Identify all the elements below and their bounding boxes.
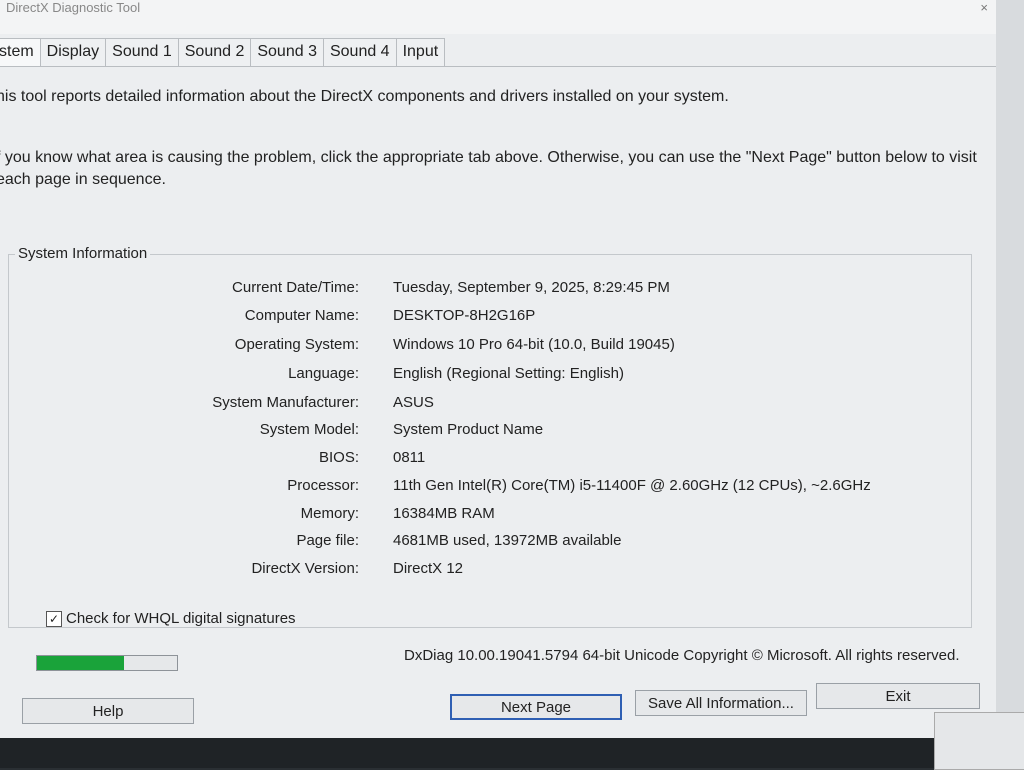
info-label: Processor: bbox=[287, 477, 359, 494]
desktop-background bbox=[0, 738, 1024, 768]
info-value: Windows 10 Pro 64-bit (10.0, Build 19045… bbox=[393, 336, 675, 353]
tab-sound-1[interactable]: Sound 1 bbox=[105, 38, 179, 67]
info-value: DirectX 12 bbox=[393, 560, 464, 577]
progress-bar bbox=[36, 655, 178, 671]
info-value: ASUS bbox=[393, 394, 434, 411]
info-value: 4681MB used, 13972MB available bbox=[393, 532, 622, 549]
info-row-language: Language: English (Regional Setting: Eng… bbox=[9, 365, 949, 387]
tab-input[interactable]: Input bbox=[395, 38, 446, 67]
tab-bar: stem Display Sound 1 Sound 2 Sound 3 Sou… bbox=[0, 38, 446, 67]
info-value: Tuesday, September 9, 2025, 8:29:45 PM bbox=[393, 279, 670, 296]
tab-divider bbox=[0, 66, 996, 67]
info-label: Page file: bbox=[296, 532, 359, 549]
info-row-directx-version: DirectX Version: DirectX 12 bbox=[9, 560, 949, 582]
info-value: English (Regional Setting: English) bbox=[393, 365, 624, 382]
info-label: System Manufacturer: bbox=[212, 394, 359, 411]
info-value: DESKTOP-8H2G16P bbox=[393, 307, 536, 324]
progress-fill bbox=[37, 656, 124, 670]
tab-sound-2[interactable]: Sound 2 bbox=[177, 38, 252, 67]
info-row-system-model: System Model: System Product Name bbox=[9, 421, 949, 443]
whql-checkbox[interactable]: ✓ bbox=[46, 610, 62, 627]
info-label: Computer Name: bbox=[244, 307, 359, 324]
info-row-date-time: Current Date/Time: Tuesday, September 9,… bbox=[9, 279, 949, 301]
info-value: 11th Gen Intel(R) Core(TM) i5-11400F @ 2… bbox=[393, 477, 871, 494]
info-label: Language: bbox=[288, 365, 359, 382]
dxdiag-window: DirectX Diagnostic Tool × stem Display S… bbox=[0, 0, 997, 738]
system-information-group: System Information Current Date/Time: Tu… bbox=[8, 245, 972, 628]
info-value: 16384MB RAM bbox=[393, 505, 495, 522]
window-title: DirectX Diagnostic Tool bbox=[6, 0, 141, 15]
info-row-processor: Processor: 11th Gen Intel(R) Core(TM) i5… bbox=[9, 477, 949, 499]
info-row-page-file: Page file: 4681MB used, 13972MB availabl… bbox=[9, 532, 949, 554]
tab-display[interactable]: Display bbox=[39, 38, 107, 67]
next-page-button[interactable]: Next Page bbox=[450, 694, 622, 720]
info-value: 0811 bbox=[393, 449, 426, 466]
background-window bbox=[934, 712, 1024, 770]
info-label: DirectX Version: bbox=[251, 560, 359, 577]
group-title: System Information bbox=[15, 245, 151, 262]
info-label: Current Date/Time: bbox=[232, 279, 359, 296]
save-all-information-button[interactable]: Save All Information... bbox=[635, 690, 807, 716]
info-row-computer-name: Computer Name: DESKTOP-8H2G16P bbox=[9, 307, 949, 329]
tab-sound-3[interactable]: Sound 3 bbox=[250, 38, 324, 67]
title-bar: DirectX Diagnostic Tool × bbox=[0, 0, 996, 34]
info-label: Memory: bbox=[300, 505, 359, 522]
info-label: Operating System: bbox=[234, 336, 359, 353]
instructions-text: f you know what area is causing the prob… bbox=[0, 149, 977, 188]
info-row-operating-system: Operating System: Windows 10 Pro 64-bit … bbox=[9, 336, 949, 358]
help-button[interactable]: Help bbox=[22, 698, 194, 724]
info-value: System Product Name bbox=[393, 421, 544, 438]
info-row-manufacturer: System Manufacturer: ASUS bbox=[9, 394, 949, 416]
info-label: BIOS: bbox=[318, 449, 359, 466]
tab-system[interactable]: stem bbox=[0, 38, 41, 67]
info-row-memory: Memory: 16384MB RAM bbox=[9, 505, 949, 527]
close-icon[interactable]: × bbox=[980, 0, 988, 15]
intro-text: his tool reports detailed information ab… bbox=[0, 88, 729, 105]
whql-checkbox-row[interactable]: ✓ Check for WHQL digital signatures bbox=[46, 610, 296, 627]
info-row-bios: BIOS: 0811 bbox=[9, 449, 949, 471]
background-window-edge bbox=[996, 0, 1024, 738]
tab-sound-4[interactable]: Sound 4 bbox=[322, 38, 397, 67]
whql-label: Check for WHQL digital signatures bbox=[66, 610, 296, 627]
version-copyright-text: DxDiag 10.00.19041.5794 64-bit Unicode C… bbox=[404, 647, 960, 664]
info-label: System Model: bbox=[259, 421, 359, 438]
exit-button[interactable]: Exit bbox=[816, 683, 980, 709]
